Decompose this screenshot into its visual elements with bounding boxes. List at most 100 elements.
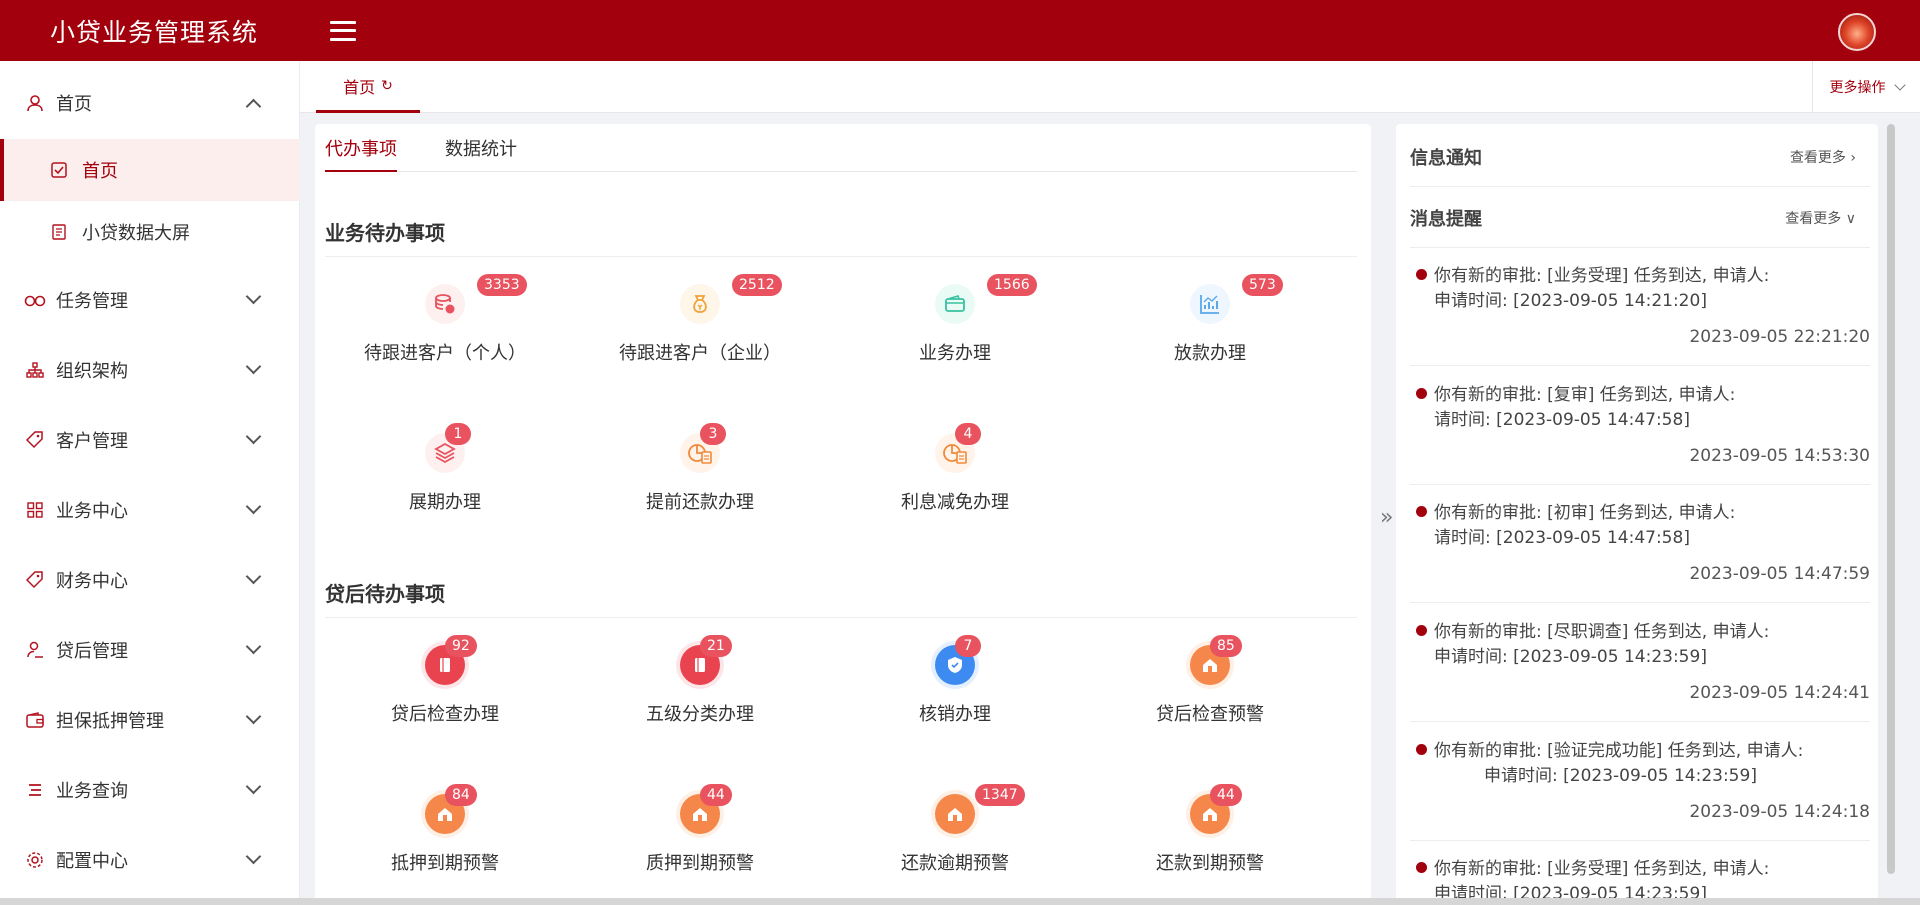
sidebar-item-label: 任务管理: [56, 291, 128, 312]
sidebar-item-post-loan[interactable]: 贷后管理: [0, 625, 300, 675]
message-reminder-header: 消息提醒 查看更多 ∨: [1410, 188, 1870, 248]
todo-tile-business-handling[interactable]: 1566 业务办理: [845, 274, 1065, 404]
count-badge: 21: [700, 635, 732, 657]
tile-label: 还款到期预警: [1156, 853, 1264, 874]
message-text: 你有新的审批: [尽职调查] 任务到达, 申请人:: [1434, 622, 1770, 642]
app-title: 小贷业务管理系统: [50, 17, 259, 47]
todo-tile-early-repayment[interactable]: 3 提前还款办理: [590, 423, 810, 553]
message-reminder-title: 消息提醒: [1410, 208, 1482, 230]
todo-tile-interest-relief[interactable]: 4 利息减免办理: [845, 423, 1065, 553]
sidebar-item-label: 贷后管理: [56, 641, 128, 662]
postloan-tile-inspection[interactable]: 92 贷后检查办理: [335, 635, 555, 765]
message-time: 2023-09-05 14:53:30: [1689, 446, 1870, 466]
message-item[interactable]: 你有新的审批: [尽职调查] 任务到达, 申请人: 申请时间: [2023-09…: [1410, 615, 1870, 722]
more-actions-dropdown[interactable]: 更多操作: [1812, 61, 1920, 113]
count-badge: 7: [955, 635, 981, 657]
todo-tile-extension[interactable]: 1 展期办理: [335, 423, 555, 553]
count-badge: 3353: [477, 274, 527, 296]
sidebar-subitem-home[interactable]: 首页: [0, 139, 300, 201]
tile-label: 还款逾期预警: [901, 853, 1009, 874]
sidebar-item-org[interactable]: 组织架构: [0, 345, 300, 395]
message-time: 2023-09-05 14:24:18: [1689, 802, 1870, 822]
message-item[interactable]: 你有新的审批: [验证完成功能] 任务到达, 申请人: 申请时间: [2023-…: [1410, 734, 1870, 841]
todo-tile-personal-customers[interactable]: 3353 待跟进客户（个人）: [335, 274, 555, 404]
chevron-down-icon: [245, 428, 262, 445]
postloan-tile-inspection-warning[interactable]: 85 贷后检查预警: [1100, 635, 1320, 765]
more-actions-label: 更多操作: [1829, 80, 1886, 96]
grid-icon: [24, 499, 46, 521]
sidebar-item-finance[interactable]: 财务中心: [0, 555, 300, 605]
avatar[interactable]: [1838, 13, 1876, 51]
sidebar-subitem-label: 首页: [82, 161, 118, 182]
message-apply-time: 申请时间: [2023-09-05 14:23:59]: [1434, 647, 1707, 667]
sidebar-item-tasks[interactable]: 任务管理: [0, 275, 300, 325]
refresh-icon[interactable]: ↻: [381, 78, 393, 94]
tag-icon: [24, 429, 46, 451]
count-badge: 44: [700, 784, 732, 806]
postloan-tile-writeoff[interactable]: 7 核销办理: [845, 635, 1065, 765]
sidebar: 首页 首页 小贷数据大屏 任务管理 组织架构 客户管理 业务中心 财务中心 贷后…: [0, 61, 300, 905]
menu-toggle-icon[interactable]: [330, 20, 356, 41]
postloan-tile-due-warning[interactable]: 44 还款到期预警: [1100, 784, 1320, 905]
info-notice-title: 信息通知: [1410, 147, 1482, 169]
tile-label: 利息减免办理: [901, 492, 1009, 513]
money-bag-icon: [680, 284, 720, 324]
chevron-down-icon: [245, 848, 262, 865]
message-apply-time: 请时间: [2023-09-05 14:47:58]: [1434, 410, 1690, 430]
tab-statistics[interactable]: 数据统计: [445, 132, 517, 172]
postloan-tile-five-level[interactable]: 21 五级分类办理: [590, 635, 810, 765]
document-icon: [50, 223, 68, 241]
info-more-link[interactable]: 查看更多 ›: [1790, 147, 1856, 167]
chevron-up-icon: [245, 98, 262, 115]
list-icon: [24, 779, 46, 801]
chevron-down-icon: [245, 708, 262, 725]
postloan-tile-pledge-warning[interactable]: 44 质押到期预警: [590, 784, 810, 905]
message-item[interactable]: 你有新的审批: [初审] 任务到达, 申请人: 请时间: [2023-09-05…: [1410, 496, 1870, 603]
sidebar-item-home[interactable]: 首页: [0, 78, 300, 128]
chevron-down-icon: [245, 498, 262, 515]
sidebar-item-business[interactable]: 业务中心: [0, 485, 300, 535]
sidebar-item-customers[interactable]: 客户管理: [0, 415, 300, 465]
collapse-panel-icon[interactable]: »: [1380, 505, 1393, 530]
sidebar-item-collateral[interactable]: 担保抵押管理: [0, 695, 300, 745]
todo-tile-enterprise-customers[interactable]: 2512 待跟进客户（企业）: [590, 274, 810, 404]
tile-label: 核销办理: [919, 704, 991, 725]
todo-tile-disbursement[interactable]: 573 放款办理: [1100, 274, 1320, 404]
count-badge: 1: [445, 423, 471, 445]
notification-panel: 信息通知 查看更多 › 消息提醒 查看更多 ∨ 你有新的审批: [业务受理] 任…: [1396, 124, 1878, 905]
message-text: 你有新的审批: [验证完成功能] 任务到达, 申请人:: [1434, 741, 1804, 761]
message-text: 你有新的审批: [业务受理] 任务到达, 申请人:: [1434, 859, 1770, 879]
count-badge: 1566: [987, 274, 1037, 296]
chevron-down-icon: [245, 638, 262, 655]
count-badge: 573: [1242, 274, 1283, 296]
tab-home[interactable]: 首页 ↻: [316, 61, 420, 113]
wallet-icon: [24, 709, 46, 731]
postloan-tile-mortgage-warning[interactable]: 84 抵押到期预警: [335, 784, 555, 905]
bar-chart-icon: [1190, 284, 1230, 324]
postloan-tile-overdue-warning[interactable]: 1347 还款逾期预警: [845, 784, 1065, 905]
horizontal-scrollbar[interactable]: [0, 898, 1920, 905]
message-item[interactable]: 你有新的审批: [业务受理] 任务到达, 申请人: 申请时间: [2023-09…: [1410, 259, 1870, 366]
unread-dot: [1416, 862, 1427, 873]
count-badge: 92: [445, 635, 477, 657]
chevron-down-icon: [245, 358, 262, 375]
tab-todo[interactable]: 代办事项: [325, 132, 397, 172]
unread-dot: [1416, 388, 1427, 399]
tile-label: 待跟进客户（个人）: [364, 343, 526, 364]
wallet-card-icon: [935, 284, 975, 324]
message-item[interactable]: 你有新的审批: [复审] 任务到达, 申请人: 请时间: [2023-09-05…: [1410, 378, 1870, 485]
sidebar-item-label: 业务查询: [56, 781, 128, 802]
sidebar-item-query[interactable]: 业务查询: [0, 765, 300, 815]
panel-scrollbar[interactable]: [1887, 124, 1895, 874]
sidebar-item-config[interactable]: 配置中心: [0, 835, 300, 885]
sidebar-item-label: 担保抵押管理: [56, 711, 164, 732]
sidebar-item-label: 财务中心: [56, 571, 128, 592]
sidebar-item-label: 首页: [56, 94, 92, 115]
check-square-icon: [50, 161, 68, 179]
sidebar-subitem-data-screen[interactable]: 小贷数据大屏: [0, 201, 300, 263]
sidebar-item-label: 客户管理: [56, 431, 128, 452]
top-header: 小贷业务管理系统: [0, 0, 1920, 61]
message-more-link[interactable]: 查看更多 ∨: [1785, 208, 1856, 228]
sidebar-item-label: 配置中心: [56, 851, 128, 872]
chevron-down-icon: [245, 778, 262, 795]
